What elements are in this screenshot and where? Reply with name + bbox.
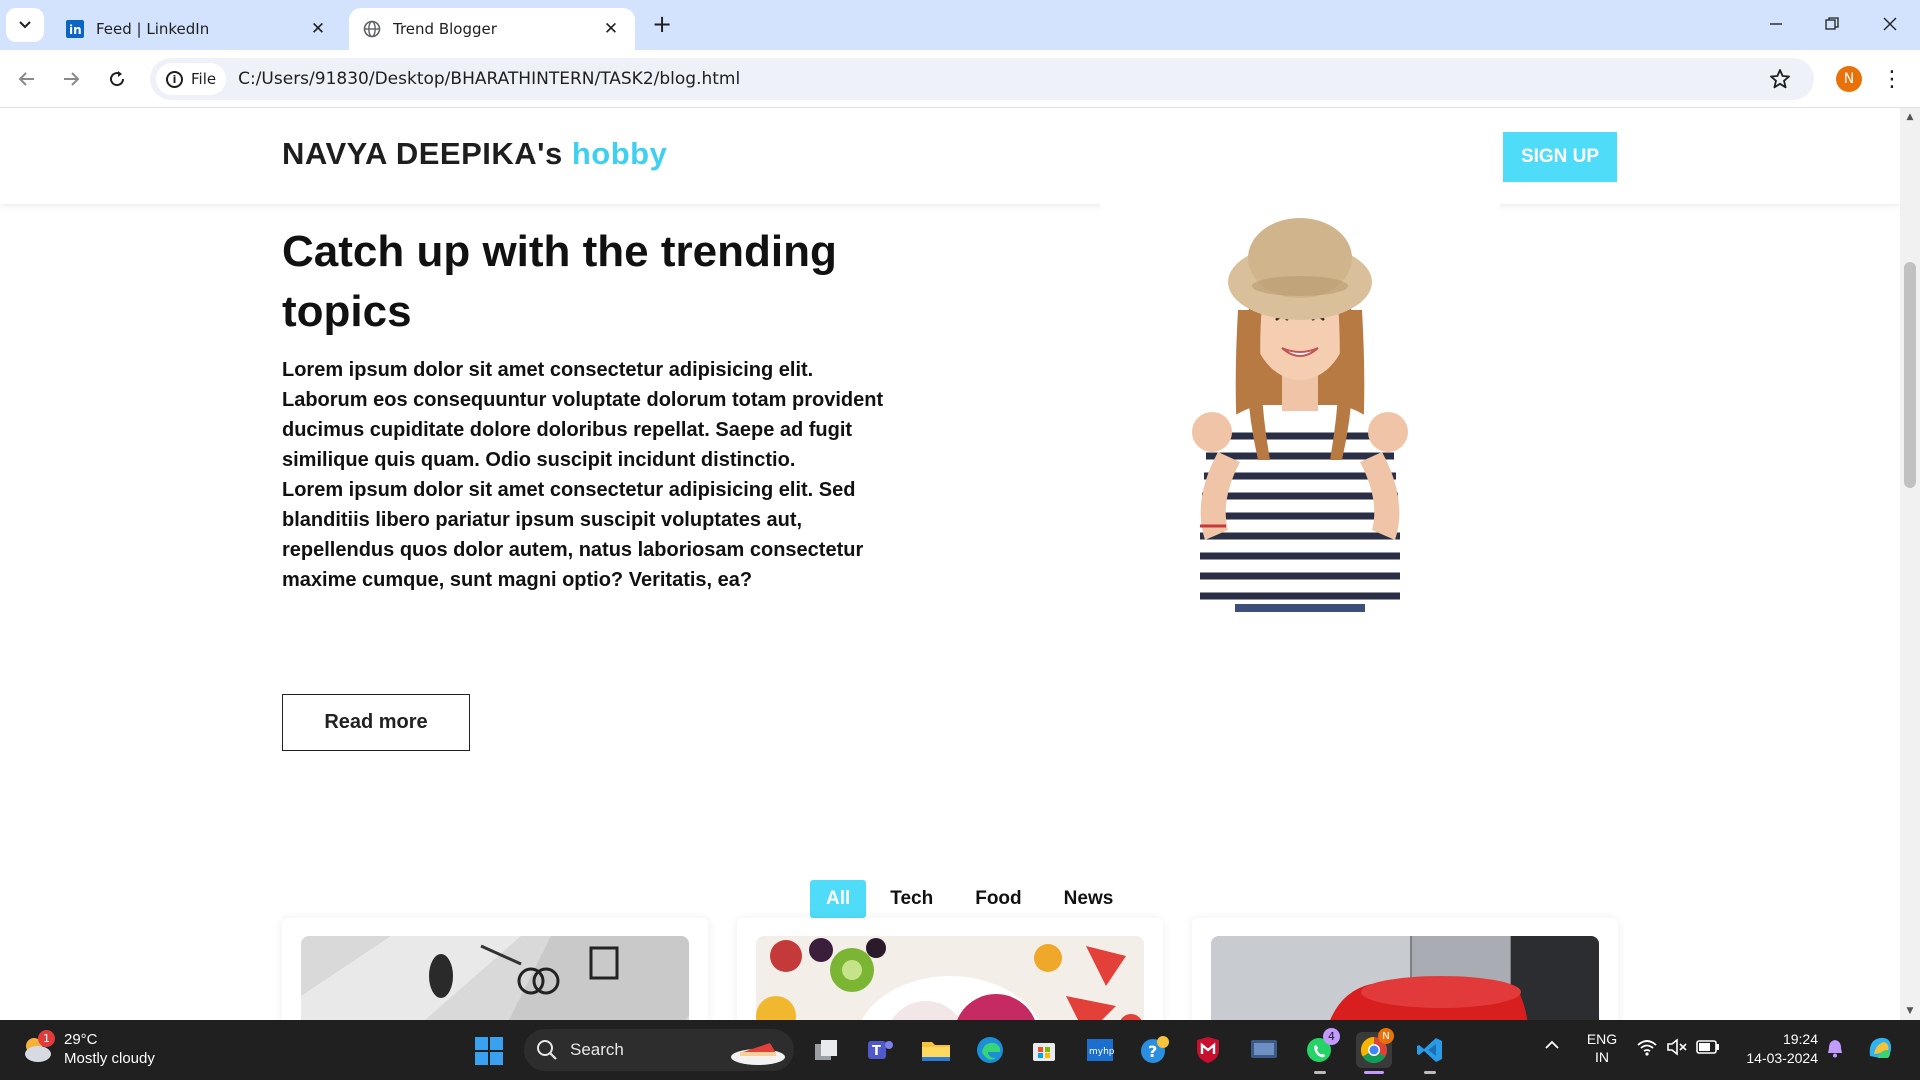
- page-scrollbar[interactable]: ▲ ▼: [1900, 108, 1920, 1020]
- file-explorer-icon[interactable]: [918, 1032, 954, 1068]
- close-window-icon[interactable]: [1878, 12, 1902, 36]
- sign-up-button[interactable]: SIGN UP: [1503, 132, 1617, 182]
- mcafee-icon[interactable]: [1190, 1032, 1226, 1068]
- weather-desc: Mostly cloudy: [64, 1050, 155, 1067]
- hero-title: Catch up with the trending topics: [282, 227, 837, 336]
- category-filters: All Tech Food News: [810, 880, 1137, 918]
- weather-temp: 29°C: [64, 1031, 98, 1048]
- svg-text:in: in: [69, 23, 82, 37]
- browser-toolbar: i File C:/Users/91830/Desktop/BHARATHINT…: [0, 50, 1920, 108]
- reload-icon[interactable]: [104, 66, 130, 92]
- info-icon: i: [166, 70, 183, 88]
- search-icon: [537, 1040, 557, 1060]
- blog-card-tech[interactable]: [282, 918, 708, 1020]
- minimize-icon[interactable]: [1764, 12, 1788, 36]
- hero-image: [1100, 200, 1500, 612]
- microsoft-store-icon[interactable]: [1026, 1032, 1062, 1068]
- card-image-news: [1211, 936, 1599, 1020]
- whatsapp-icon[interactable]: 4: [1302, 1028, 1340, 1074]
- svg-text:myhp: myhp: [1089, 1047, 1114, 1057]
- card-image-tech: [301, 936, 689, 1020]
- card-image-food: [756, 936, 1144, 1020]
- clock-date: 14-03-2024: [1746, 1050, 1818, 1066]
- filter-food[interactable]: Food: [957, 880, 1039, 918]
- new-tab-plus-icon[interactable]: +: [650, 10, 674, 38]
- windows-start-icon[interactable]: [474, 1036, 504, 1066]
- tab-search-button[interactable]: [6, 8, 44, 42]
- whatsapp-badge: 4: [1323, 1028, 1340, 1045]
- filter-news[interactable]: News: [1046, 880, 1132, 918]
- brand-name: NAVYA DEEPIKA's: [282, 136, 563, 171]
- chrome-profile-badge: N: [1378, 1028, 1394, 1044]
- language-line-2: IN: [1595, 1049, 1609, 1065]
- site-info-chip[interactable]: i File: [156, 63, 227, 95]
- hero-text: Lorem ipsum dolor sit amet consectetur a…: [282, 355, 902, 595]
- forward-arrow-icon[interactable]: [58, 66, 84, 92]
- edge-browser-icon[interactable]: [972, 1032, 1008, 1068]
- tab-trend-blogger[interactable]: Trend Blogger ✕: [349, 8, 635, 50]
- show-hidden-icons-chevron-up-icon[interactable]: [1544, 1038, 1560, 1055]
- display-app-icon[interactable]: [1246, 1032, 1282, 1068]
- tab-linkedin[interactable]: in Feed | LinkedIn ✕: [52, 8, 342, 50]
- tab-title: Trend Blogger: [393, 20, 497, 38]
- read-more-button[interactable]: Read more: [282, 694, 470, 751]
- windows-taskbar: 1 29°C Mostly cloudy Search T myhp ? 4 N…: [0, 1020, 1920, 1080]
- vscode-icon[interactable]: [1412, 1032, 1448, 1074]
- weather-widget[interactable]: 1 29°C Mostly cloudy: [20, 1030, 155, 1068]
- page-viewport: NAVYA DEEPIKA's hobby SIGN UP Catch up w…: [0, 108, 1900, 1020]
- weather-badge: 1: [38, 1030, 55, 1047]
- kebab-menu-icon[interactable]: ⋮: [1880, 66, 1904, 92]
- brand-accent: hobby: [571, 136, 668, 171]
- hero-paragraph-1: Lorem ipsum dolor sit amet consectetur a…: [282, 359, 884, 471]
- language-indicator[interactable]: ENG IN: [1584, 1030, 1620, 1066]
- cake-illustration-icon: [731, 1043, 785, 1065]
- chevron-down-icon: [19, 21, 31, 29]
- copilot-icon[interactable]: [1864, 1032, 1896, 1067]
- scroll-thumb[interactable]: [1904, 262, 1916, 488]
- close-icon[interactable]: ✕: [601, 19, 621, 39]
- notification-bell-icon[interactable]: [1826, 1038, 1844, 1061]
- scroll-up-arrow-icon[interactable]: ▲: [1905, 112, 1915, 122]
- back-arrow-icon[interactable]: [14, 66, 40, 92]
- filter-all[interactable]: All: [810, 880, 867, 918]
- svg-text:?: ?: [1148, 1042, 1157, 1061]
- search-label: Search: [570, 1040, 624, 1059]
- speaker-muted-icon[interactable]: [1666, 1038, 1688, 1059]
- address-bar[interactable]: i File C:/Users/91830/Desktop/BHARATHINT…: [150, 58, 1814, 100]
- task-view-icon[interactable]: [808, 1032, 844, 1068]
- tab-title: Feed | LinkedIn: [96, 20, 210, 38]
- scroll-down-arrow-icon[interactable]: ▼: [1905, 1006, 1915, 1016]
- brand-logo[interactable]: NAVYA DEEPIKA's hobby: [282, 136, 667, 172]
- battery-icon[interactable]: [1696, 1039, 1720, 1058]
- language-line-1: ENG: [1586, 1031, 1618, 1047]
- hero-paragraph-2: Lorem ipsum dolor sit amet consectetur a…: [282, 479, 864, 591]
- globe-icon: [363, 20, 381, 38]
- chrome-icon[interactable]: N: [1356, 1028, 1394, 1074]
- scheme-label: File: [191, 70, 217, 88]
- teams-icon[interactable]: T: [862, 1032, 898, 1068]
- linkedin-icon: in: [66, 20, 84, 38]
- filter-tech[interactable]: Tech: [872, 880, 951, 918]
- wifi-icon[interactable]: [1636, 1038, 1658, 1059]
- close-icon[interactable]: ✕: [308, 19, 328, 39]
- taskbar-search-box[interactable]: Search: [524, 1029, 794, 1071]
- svg-text:T: T: [872, 1044, 881, 1059]
- system-clock[interactable]: 19:24 14-03-2024: [1734, 1030, 1818, 1068]
- clock-time: 19:24: [1782, 1031, 1818, 1047]
- site-header: NAVYA DEEPIKA's hobby SIGN UP: [0, 108, 1900, 204]
- browser-tab-strip: in Feed | LinkedIn ✕ Trend Blogger ✕ +: [0, 0, 1920, 50]
- blog-card-food[interactable]: [737, 918, 1163, 1020]
- restore-icon[interactable]: [1820, 12, 1844, 36]
- blog-card-news[interactable]: [1192, 918, 1618, 1020]
- hp-app-icon[interactable]: myhp: [1082, 1032, 1118, 1068]
- get-help-icon[interactable]: ?: [1136, 1032, 1172, 1068]
- cloudy-weather-icon: 1: [20, 1030, 55, 1066]
- url-text[interactable]: C:/Users/91830/Desktop/BHARATHINTERN/TAS…: [238, 69, 740, 89]
- profile-avatar[interactable]: N: [1836, 66, 1862, 92]
- bookmark-star-icon[interactable]: [1768, 67, 1792, 91]
